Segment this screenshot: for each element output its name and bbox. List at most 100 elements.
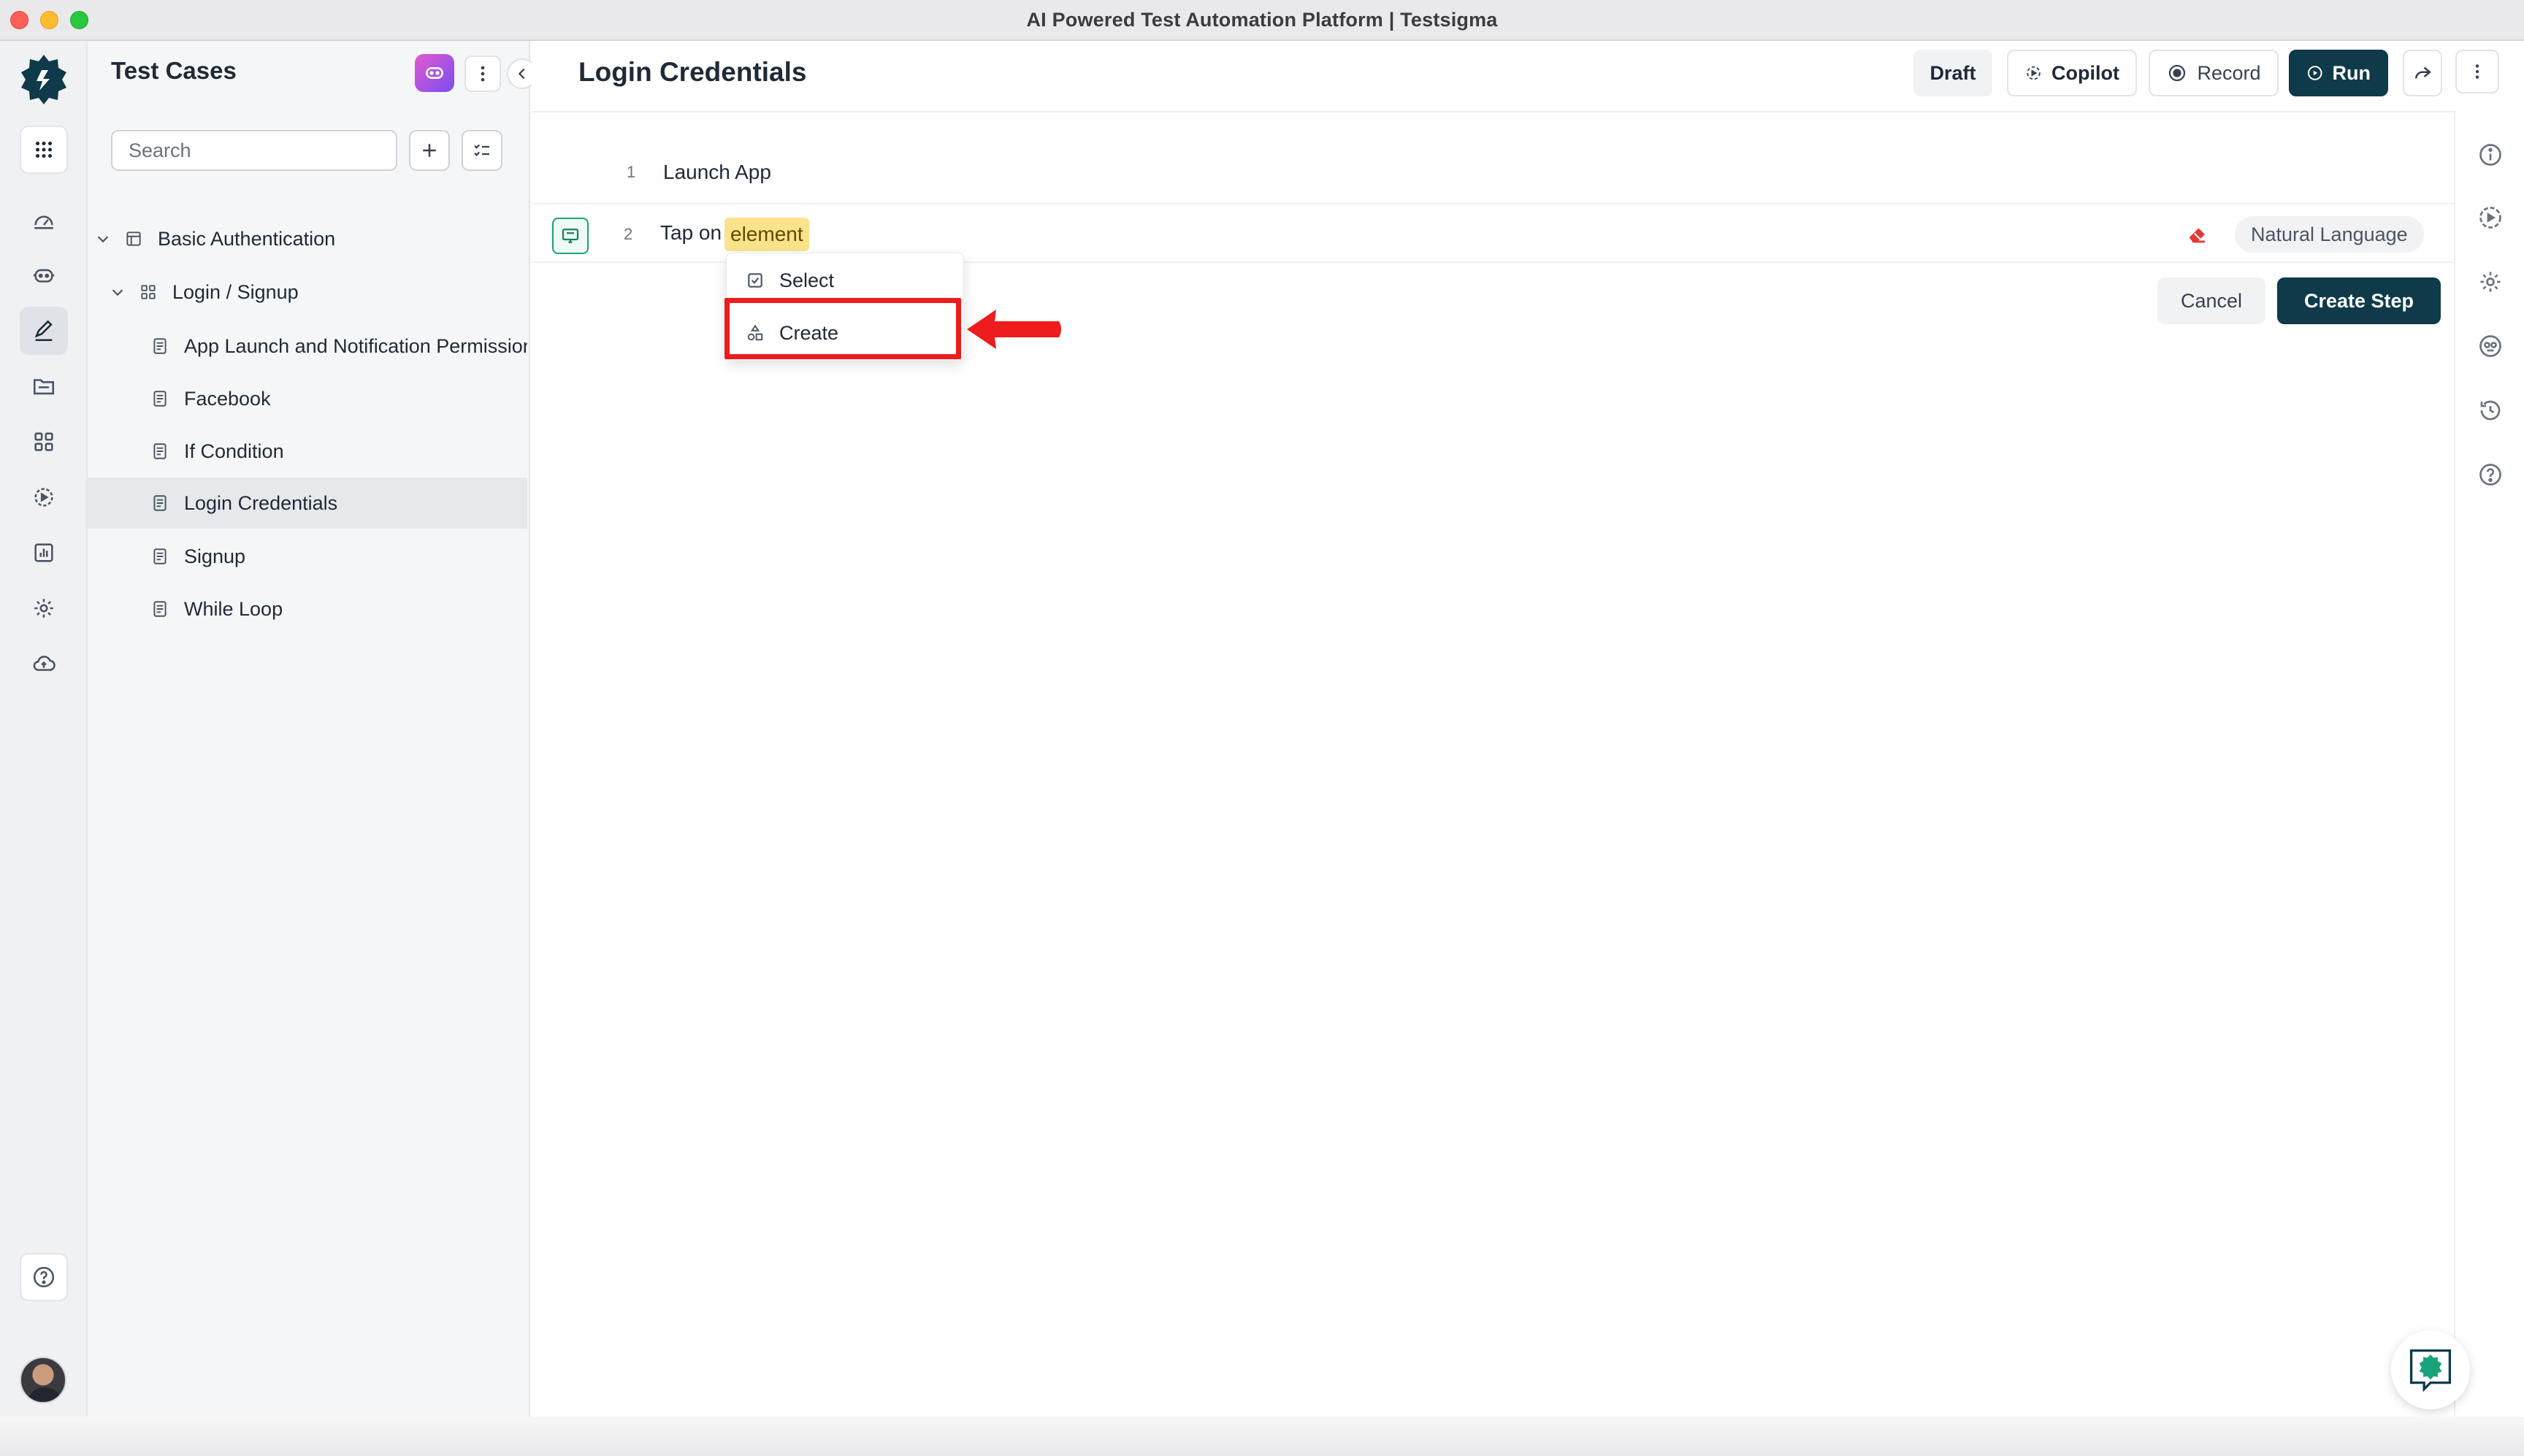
shapes-icon (747, 324, 763, 341)
suite-icon (126, 231, 141, 246)
app-nav-rail (0, 41, 88, 1456)
details-button[interactable] (2474, 139, 2506, 171)
more-options-button[interactable] (2455, 50, 2499, 93)
cancel-button[interactable]: Cancel (2157, 277, 2265, 324)
step-type-icon (562, 229, 579, 243)
test-cases-sidebar: Test Cases Basic Authentication Login / … (88, 41, 538, 1456)
test-runs-icon (34, 488, 53, 507)
tree-item-label: Signup (184, 545, 246, 567)
history-icon (2480, 400, 2501, 421)
tree-item-test-case[interactable]: App Launch and Notification Permission (88, 321, 527, 371)
tree-item-label: Login / Signup (172, 280, 299, 303)
kebab-menu-icon (481, 66, 485, 82)
add-test-case-button[interactable] (409, 130, 450, 171)
play-icon (2307, 66, 2322, 80)
sidebar-title: Test Cases (111, 57, 237, 84)
copilot-button[interactable]: Copilot (2007, 50, 2137, 96)
history-button[interactable] (2474, 394, 2506, 426)
avatar[interactable] (20, 1357, 66, 1403)
plus-icon (423, 144, 436, 157)
copilot-icon (2027, 66, 2041, 80)
step-number: 2 (624, 225, 633, 243)
settings-icon (2480, 272, 2501, 292)
apps-grid-button[interactable] (20, 126, 68, 174)
elements-nav-button[interactable] (20, 418, 68, 466)
bulk-select-button[interactable] (462, 130, 502, 171)
tree-item-test-case-selected[interactable]: Login Credentials (88, 478, 527, 529)
chevron-down-icon[interactable] (110, 284, 126, 300)
record-label: Record (2197, 61, 2261, 84)
settings-icon (34, 599, 53, 618)
record-button[interactable]: Record (2149, 50, 2279, 96)
eraser-icon[interactable] (2185, 222, 2210, 247)
window-controls (10, 11, 88, 29)
help-button[interactable] (2474, 459, 2506, 491)
window-bottom-edge (0, 1417, 2524, 1456)
checklist-icon (474, 144, 489, 156)
search-input[interactable] (111, 130, 397, 171)
minimize-window-button[interactable] (40, 11, 58, 29)
close-window-button[interactable] (10, 11, 28, 29)
test-case-icon (153, 601, 167, 617)
annotation-arrow-icon (967, 310, 1061, 349)
bot-face-icon (2479, 335, 2501, 357)
dry-runs-button[interactable] (2474, 202, 2506, 234)
copilot-nav-button[interactable] (20, 251, 68, 299)
test-runs-nav-button[interactable] (20, 473, 68, 521)
chevron-down-icon[interactable] (95, 231, 111, 247)
element-options-menu: Select Create (726, 253, 964, 361)
tree-item-label: Facebook (184, 387, 271, 410)
draft-label: Draft (1930, 61, 1976, 84)
tree-item-group[interactable]: Login / Signup (88, 267, 527, 317)
grid-apps-icon (35, 141, 53, 158)
reports-icon (34, 543, 53, 562)
dashboard-icon (34, 215, 53, 229)
step-mode-chip[interactable]: Natural Language (2235, 216, 2424, 253)
menu-item-select[interactable]: Select (727, 255, 965, 306)
share-arrow-icon (2415, 66, 2431, 79)
test-case-icon (153, 391, 167, 407)
tree-item-test-case[interactable]: Signup (88, 532, 527, 581)
element-placeholder-chip[interactable]: element (724, 218, 809, 251)
settings-nav-button[interactable] (20, 584, 68, 632)
group-icon (141, 285, 156, 299)
sidebar-more-button[interactable] (464, 55, 501, 92)
test-case-icon (153, 443, 167, 459)
tree-item-suite[interactable]: Basic Authentication (88, 214, 527, 264)
draft-status-button[interactable]: Draft (1913, 50, 1992, 96)
help-button[interactable] (20, 1253, 68, 1301)
ai-agent-button[interactable] (2474, 330, 2506, 362)
page-title: Login Credentials (578, 57, 807, 87)
elements-icon (34, 432, 53, 451)
menu-item-label: Select (779, 269, 835, 291)
test-development-nav-button[interactable] (20, 307, 68, 355)
window-title: AI Powered Test Automation Platform | Te… (1026, 8, 1498, 31)
create-step-button[interactable]: Create Step (2277, 277, 2441, 324)
test-step-row[interactable]: 1 Launch App (532, 143, 2454, 202)
test-settings-button[interactable] (2474, 266, 2506, 298)
uploads-nav-button[interactable] (20, 640, 68, 688)
ai-assistant-button[interactable] (415, 54, 454, 92)
step-text: Launch App (663, 161, 771, 183)
tree-item-label: Login Credentials (184, 491, 338, 514)
tree-item-test-case[interactable]: Facebook (88, 374, 527, 424)
run-button[interactable]: Run (2289, 50, 2388, 96)
info-icon (2479, 144, 2501, 166)
logo-icon[interactable] (19, 50, 69, 108)
dashboard-nav-button[interactable] (20, 196, 68, 244)
share-button[interactable] (2403, 50, 2442, 96)
reports-nav-button[interactable] (20, 529, 68, 577)
step-type-button[interactable] (552, 218, 589, 254)
test-case-editor: Login Credentials Draft Copilot Record R… (532, 41, 2454, 1456)
maximize-window-button[interactable] (70, 11, 88, 29)
chevron-left-icon (518, 68, 525, 80)
record-icon (2169, 64, 2186, 82)
tree-item-label: While Loop (184, 597, 283, 620)
tree-item-test-case[interactable]: If Condition (88, 426, 527, 476)
test-data-nav-button[interactable] (20, 362, 68, 410)
menu-item-create[interactable]: Create (727, 307, 965, 359)
tree-item-test-case[interactable]: While Loop (88, 584, 527, 634)
chat-support-button[interactable] (2391, 1330, 2470, 1409)
run-label: Run (2332, 61, 2371, 84)
run-history-icon (2479, 207, 2501, 229)
